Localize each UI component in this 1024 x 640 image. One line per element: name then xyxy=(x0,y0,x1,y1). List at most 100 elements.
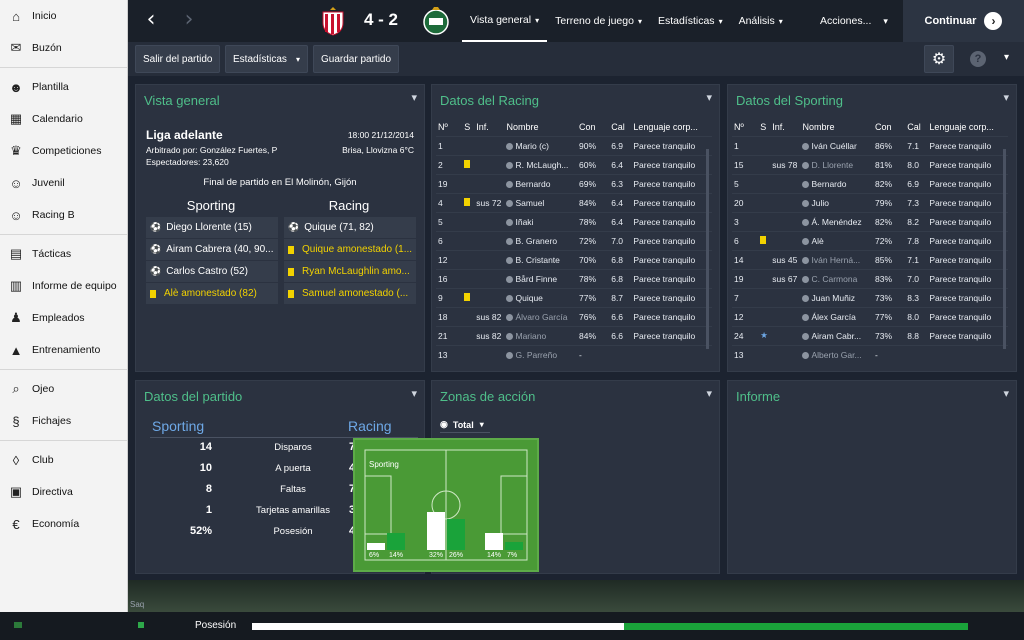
column-header[interactable]: Con xyxy=(577,119,609,136)
table-row[interactable]: 7 Juan Muñiz 73% 8.3 Parece tranquilo xyxy=(732,287,1008,307)
table-row[interactable]: 15 sus 78 D. Llorente 81% 8.0 Parece tranquil… xyxy=(732,154,1008,174)
sidebar-item-calendario[interactable]: ▦ Calendario xyxy=(0,103,127,135)
cell-name[interactable]: Mariano xyxy=(504,325,577,345)
column-header[interactable]: Nombre xyxy=(800,119,873,136)
cell-name[interactable]: Airam Cabr... xyxy=(800,325,873,345)
column-header[interactable]: Inf. xyxy=(770,119,800,136)
cell-name[interactable]: C. Carmona xyxy=(800,268,873,288)
cell-name[interactable]: Iván Herná... xyxy=(800,249,873,269)
column-header[interactable]: Lenguaje corp... xyxy=(631,119,712,136)
column-header[interactable]: Nº xyxy=(436,119,462,136)
column-header[interactable]: Lenguaje corp... xyxy=(927,119,1008,136)
sidebar-item-racing-b[interactable]: ☺ Racing B xyxy=(0,199,127,231)
cell-name[interactable]: Bernardo xyxy=(800,173,873,193)
sidebar-item-economía[interactable]: € Economía xyxy=(0,508,127,540)
cell-name[interactable]: Julio xyxy=(800,192,873,212)
tab-vista-general[interactable]: Vista general ▾ xyxy=(462,0,548,42)
table-row[interactable]: 18 sus 82 Álvaro García 76% 6.6 Parece tranqu… xyxy=(436,306,712,326)
zones-filter-dropdown[interactable]: ◉ Total ▾ xyxy=(440,417,490,433)
cell-name[interactable]: D. Llorente xyxy=(800,154,873,174)
chevron-down-icon[interactable]: ▾ xyxy=(411,91,417,104)
table-row[interactable]: 19 sus 67 C. Carmona 83% 7.0 Parece tranquilo xyxy=(732,268,1008,288)
cell-name[interactable]: G. Parreño xyxy=(504,344,577,364)
help-icon[interactable]: ? xyxy=(970,51,986,67)
sidebar-item-club[interactable]: ◊ Club xyxy=(0,444,127,476)
sidebar-item-empleados[interactable]: ♟ Empleados xyxy=(0,302,127,334)
table-row[interactable]: 20 Julio 79% 7.3 Parece tranquilo xyxy=(732,192,1008,212)
table-row[interactable]: 3 Á. Menéndez 82% 8.2 Parece tranquilo xyxy=(732,211,1008,231)
leave-match-button[interactable]: Salir del partido xyxy=(135,45,221,73)
sidebar-item-juvenil[interactable]: ☺ Juvenil xyxy=(0,167,127,199)
chevron-down-icon[interactable]: ▾ xyxy=(1003,387,1009,400)
continue-button[interactable]: Continuar › xyxy=(903,0,1024,42)
table-row[interactable]: 13 Alberto Gar... - xyxy=(732,344,1008,364)
sidebar-item-entrenamiento[interactable]: ▲ Entrenamiento xyxy=(0,334,127,366)
cell-name[interactable]: Juan Muñiz xyxy=(800,287,873,307)
scrollbar[interactable] xyxy=(706,149,709,349)
sidebar-item-competiciones[interactable]: ♛ Competiciones xyxy=(0,135,127,167)
sidebar-item-plantilla[interactable]: ☻ Plantilla xyxy=(0,71,127,103)
column-header[interactable]: S xyxy=(758,119,770,136)
table-row[interactable]: 5 Bernardo 82% 6.9 Parece tranquilo xyxy=(732,173,1008,193)
table-row[interactable]: 12 Álex García 77% 8.0 Parece tranquilo xyxy=(732,306,1008,326)
chevron-down-icon[interactable]: ▾ xyxy=(1004,52,1009,63)
sidebar-item-buzón[interactable]: ✉ Buzón xyxy=(0,32,127,64)
gear-icon[interactable]: ⚙ xyxy=(924,45,954,73)
column-header[interactable]: Cal xyxy=(609,119,631,136)
cell-name[interactable]: Bård Finne xyxy=(504,268,577,288)
table-row[interactable]: 12 B. Cristante 70% 6.8 Parece tranquilo xyxy=(436,249,712,269)
column-header[interactable]: Nombre xyxy=(504,119,577,136)
sidebar-item-fichajes[interactable]: § Fichajes xyxy=(0,405,127,437)
scrollbar[interactable] xyxy=(1003,149,1006,349)
chevron-down-icon[interactable]: ▾ xyxy=(706,91,712,104)
tab-analisis[interactable]: Análisis ▾ xyxy=(731,0,791,42)
cell-name[interactable]: B. Granero xyxy=(504,230,577,250)
tab-terreno-de-juego[interactable]: Terreno de juego ▾ xyxy=(547,0,650,42)
cell-name[interactable]: Á. Menéndez xyxy=(800,211,873,231)
sidebar-item-tácticas[interactable]: ▤ Tácticas xyxy=(0,238,127,270)
table-row[interactable]: 16 Bård Finne 78% 6.8 Parece tranquilo xyxy=(436,268,712,288)
cell-name[interactable]: Bernardo xyxy=(504,173,577,193)
column-header[interactable]: S xyxy=(462,119,474,136)
cell-name[interactable]: Samuel xyxy=(504,192,577,212)
actions-menu[interactable]: Acciones... ▾ xyxy=(820,0,888,42)
sidebar-item-informe-de-equipo[interactable]: ▥ Informe de equipo xyxy=(0,270,127,302)
cell-name[interactable]: Mario (c) xyxy=(504,135,577,155)
table-row[interactable]: 1 Mario (c) 90% 6.9 Parece tranquilo xyxy=(436,135,712,155)
table-row[interactable]: 13 G. Parreño - xyxy=(436,344,712,364)
cell-name[interactable]: R. McLaugh... xyxy=(504,154,577,174)
forward-arrow-icon[interactable]: › xyxy=(178,9,200,31)
table-row[interactable]: 24 ★ Airam Cabr... 73% 8.8 Parece tranquilo xyxy=(732,325,1008,345)
table-row[interactable]: 6 Alè 72% 7.8 Parece tranquilo xyxy=(732,230,1008,250)
table-row[interactable]: 5 Iñaki 78% 6.4 Parece tranquilo xyxy=(436,211,712,231)
sidebar-item-ojeo[interactable]: ⌕ Ojeo xyxy=(0,373,127,405)
stats-dropdown[interactable]: Estadísticas ▾ xyxy=(225,45,308,73)
table-row[interactable]: 6 B. Granero 72% 7.0 Parece tranquilo xyxy=(436,230,712,250)
column-header[interactable]: Cal xyxy=(905,119,927,136)
table-row[interactable]: 19 Bernardo 69% 6.3 Parece tranquilo xyxy=(436,173,712,193)
table-row[interactable]: 2 R. McLaugh... 60% 6.4 Parece tranquilo xyxy=(436,154,712,174)
chevron-down-icon[interactable]: ▾ xyxy=(411,387,417,400)
sidebar-item-directiva[interactable]: ▣ Directiva xyxy=(0,476,127,508)
sidebar-item-inicio[interactable]: ⌂ Inicio xyxy=(0,0,127,32)
cell-name[interactable]: Alè xyxy=(800,230,873,250)
cell-name[interactable]: Álex García xyxy=(800,306,873,326)
back-arrow-icon[interactable]: ‹ xyxy=(140,9,162,31)
cell-name[interactable]: Alberto Gar... xyxy=(800,344,873,364)
cell-name[interactable]: Iván Cuéllar xyxy=(800,135,873,155)
table-row[interactable]: 1 Iván Cuéllar 86% 7.1 Parece tranquilo xyxy=(732,135,1008,155)
cell-name[interactable]: B. Cristante xyxy=(504,249,577,269)
column-header[interactable]: Con xyxy=(873,119,905,136)
chevron-down-icon[interactable]: ▾ xyxy=(706,387,712,400)
column-header[interactable]: Inf. xyxy=(474,119,504,136)
table-row[interactable]: 9 Quique 77% 8.7 Parece tranquilo xyxy=(436,287,712,307)
save-match-button[interactable]: Guardar partido xyxy=(313,45,400,73)
table-row[interactable]: 14 sus 45 Iván Herná... 85% 7.1 Parece tranqu… xyxy=(732,249,1008,269)
cell-name[interactable]: Iñaki xyxy=(504,211,577,231)
column-header[interactable]: Nº xyxy=(732,119,758,136)
cell-name[interactable]: Quique xyxy=(504,287,577,307)
table-row[interactable]: 21 sus 82 Mariano 84% 6.6 Parece tranquilo xyxy=(436,325,712,345)
cell-name[interactable]: Álvaro García xyxy=(504,306,577,326)
tab-estadisticas[interactable]: Estadísticas ▾ xyxy=(650,0,731,42)
table-row[interactable]: 4 sus 72 Samuel 84% 6.4 Parece tranquilo xyxy=(436,192,712,212)
